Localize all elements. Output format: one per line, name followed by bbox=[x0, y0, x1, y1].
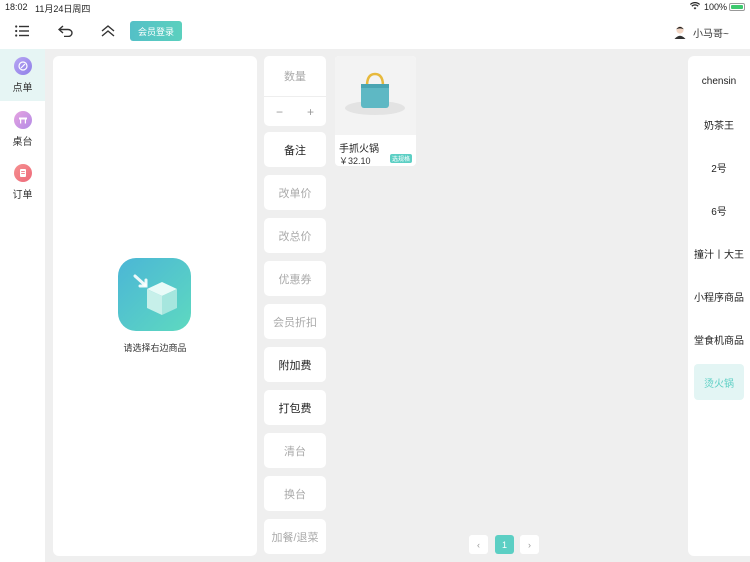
battery-percent: 100% bbox=[704, 2, 728, 12]
nav-label-orders: 订单 bbox=[12, 189, 33, 201]
change-total-price-button[interactable]: 改总价 bbox=[264, 218, 326, 253]
page-number-button[interactable]: 1 bbox=[495, 535, 514, 554]
product-name: 手抓火锅 bbox=[339, 144, 379, 155]
add-return-dish-button[interactable]: 加餐/退菜 bbox=[264, 519, 326, 554]
product-price: ￥32.10 bbox=[339, 156, 371, 166]
user-menu[interactable]: 小马哥~ bbox=[673, 23, 729, 41]
order-food-icon bbox=[13, 56, 32, 75]
prev-page-button[interactable]: ‹ bbox=[469, 535, 488, 554]
empty-cart-box-icon bbox=[118, 258, 191, 331]
quantity-plus-button[interactable]: + bbox=[295, 97, 326, 126]
nav-item-order[interactable]: 点单 bbox=[0, 49, 45, 101]
category-item[interactable]: 堂食机商品 bbox=[694, 321, 744, 357]
user-name: 小马哥~ bbox=[693, 28, 729, 40]
wifi-icon bbox=[689, 2, 701, 12]
empty-cart-text: 请选择右边商品 bbox=[123, 343, 187, 353]
avatar bbox=[673, 25, 687, 39]
top-toolbar: 会员登录 小马哥~ bbox=[0, 14, 750, 49]
undo-icon[interactable] bbox=[57, 22, 75, 40]
surcharge-button[interactable]: 附加费 bbox=[264, 347, 326, 382]
packing-fee-button[interactable]: 打包费 bbox=[264, 390, 326, 425]
remark-button[interactable]: 备注 bbox=[264, 132, 326, 167]
nav-label-order: 点单 bbox=[12, 82, 33, 94]
next-page-button[interactable]: › bbox=[520, 535, 539, 554]
change-table-button[interactable]: 换台 bbox=[264, 476, 326, 511]
quantity-stepper: 数量 − + bbox=[264, 56, 326, 126]
category-item-active[interactable]: 烫火锅 bbox=[694, 364, 744, 400]
change-unit-price-button[interactable]: 改单价 bbox=[264, 175, 326, 210]
receipt-icon bbox=[13, 163, 32, 182]
category-item[interactable]: chensin bbox=[694, 63, 744, 99]
collapse-up-icon[interactable] bbox=[99, 22, 117, 40]
category-item[interactable]: 奶茶王 bbox=[694, 106, 744, 142]
nav-item-table[interactable]: 桌台 bbox=[0, 103, 45, 155]
status-bar: 18:02 11月24日周四 100% bbox=[0, 0, 750, 14]
nav-item-orders[interactable]: 订单 bbox=[0, 156, 45, 208]
category-item[interactable]: 2号 bbox=[694, 149, 744, 185]
table-icon bbox=[13, 110, 32, 129]
quantity-label: 数量 bbox=[284, 71, 306, 83]
clear-table-button[interactable]: 清台 bbox=[264, 433, 326, 468]
category-item[interactable]: 6号 bbox=[694, 192, 744, 228]
category-item[interactable]: 小程序商品 bbox=[694, 278, 744, 314]
left-nav: 点单 桌台 订单 bbox=[0, 49, 45, 562]
select-spec-badge: 选规格 bbox=[389, 154, 412, 163]
coupon-button[interactable]: 优惠券 bbox=[264, 261, 326, 296]
member-login-button[interactable]: 会员登录 bbox=[130, 21, 182, 41]
category-list: chensin 奶茶王 2号 6号 撞汁丨大王 小程序商品 堂食机商品 烫火锅 bbox=[688, 56, 750, 556]
status-time: 18:02 bbox=[5, 2, 28, 12]
quantity-minus-button[interactable]: − bbox=[264, 97, 295, 126]
cart-panel: 请选择右边商品 bbox=[53, 56, 257, 556]
product-card[interactable]: 手抓火锅 ￥32.10 选规格 bbox=[335, 56, 416, 166]
menu-icon[interactable] bbox=[13, 22, 31, 40]
category-item[interactable]: 撞汁丨大王 bbox=[694, 235, 744, 271]
product-image bbox=[335, 56, 416, 135]
member-discount-button[interactable]: 会员折扣 bbox=[264, 304, 326, 339]
battery-icon bbox=[729, 3, 745, 11]
nav-label-table: 桌台 bbox=[12, 136, 33, 148]
